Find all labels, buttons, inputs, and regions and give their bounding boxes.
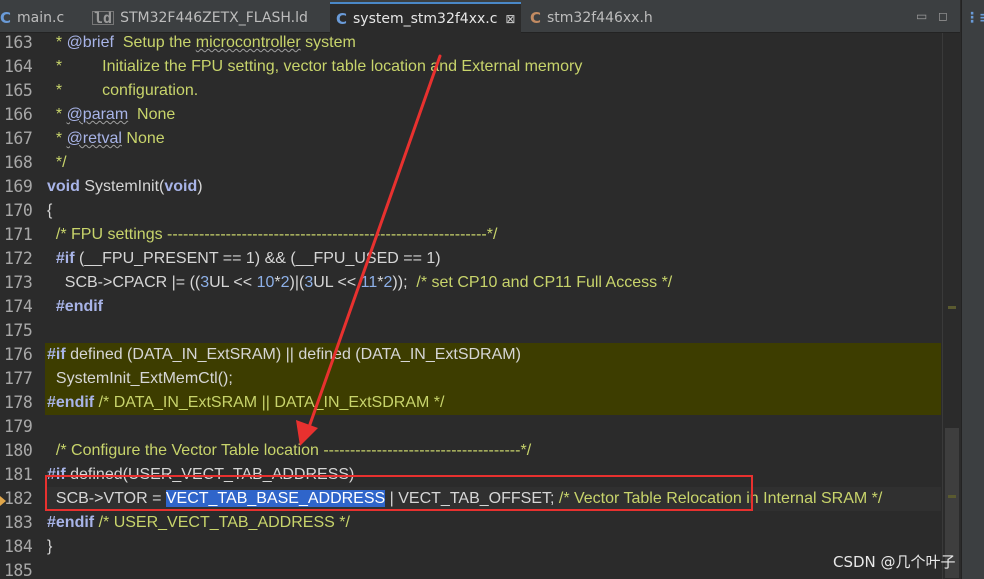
code-line-174: #endif [47, 298, 104, 315]
line-number: 168 [4, 153, 33, 172]
code-line-176: #if defined (DATA_IN_ExtSRAM) || defined… [47, 346, 521, 363]
c-file-icon: C [336, 9, 348, 28]
editor-tab-bar: C main.c ld STM32F446ZETX_FLASH.ld C sys… [0, 0, 960, 33]
tab-stm32f446xx-h[interactable]: C stm32f446xx.h [530, 4, 653, 31]
c-file-icon: C [0, 8, 12, 27]
line-number: 173 [4, 273, 33, 292]
tab-label: main.c [17, 9, 65, 26]
line-number: 169 [4, 177, 33, 196]
code-line-171: /* FPU settings ------------------------… [47, 226, 498, 243]
code-line-183: #endif /* USER_VECT_TAB_ADDRESS */ [47, 514, 350, 531]
line-number: 184 [4, 537, 33, 556]
line-number: 183 [4, 513, 33, 532]
line-number: 178 [4, 393, 33, 412]
code-line-167: * @retval None [47, 130, 165, 147]
line-number: 174 [4, 297, 33, 316]
line-number: 165 [4, 81, 33, 100]
minimize-icon[interactable]: ▭ [916, 9, 927, 23]
code-line-172: #if (__FPU_PRESENT == 1) && (__FPU_USED … [47, 250, 441, 267]
code-line-170: { [47, 202, 53, 219]
overview-marker[interactable] [948, 495, 956, 498]
tab-system-stm32f4xx-c[interactable]: C system_stm32f4xx.c ⊠ [330, 2, 522, 33]
execution-marker-icon [0, 496, 6, 506]
code-line-180: /* Configure the Vector Table location -… [47, 442, 532, 459]
linker-file-icon: ld [92, 8, 115, 27]
code-line-178: #endif /* DATA_IN_ExtSRAM || DATA_IN_Ext… [47, 394, 445, 411]
line-number: 167 [4, 129, 33, 148]
close-tab-icon[interactable]: ⊠ [505, 12, 515, 26]
annotation-highlight-box [45, 475, 753, 511]
vertical-scrollbar[interactable] [942, 33, 961, 579]
line-number: 180 [4, 441, 33, 460]
line-number: 182 [4, 489, 33, 508]
tab-label: stm32f446xx.h [547, 9, 653, 26]
code-line-184: } [47, 538, 53, 555]
code-line-177: SystemInit_ExtMemCtl(); [47, 370, 233, 387]
line-number: 176 [4, 345, 33, 364]
c-header-file-icon: C [530, 8, 542, 27]
line-number: 166 [4, 105, 33, 124]
code-line-169: void SystemInit(void) [47, 178, 203, 195]
code-line-163: * @brief Setup the microcontroller syste… [47, 34, 356, 51]
code-line-166: * @param None [47, 106, 176, 123]
code-line-165: * configuration. [47, 82, 199, 99]
line-number: 185 [4, 561, 33, 579]
line-number: 177 [4, 369, 33, 388]
outline-view-icon[interactable]: ⋮≡ [965, 10, 984, 26]
line-number: 171 [4, 225, 33, 244]
overview-marker[interactable] [948, 306, 956, 309]
outline-side-panel: ⋮≡ [961, 0, 984, 579]
line-number: 164 [4, 57, 33, 76]
code-line-173: SCB->CPACR |= ((3UL << 10*2)|(3UL << 11*… [47, 274, 673, 291]
tab-label: STM32F446ZETX_FLASH.ld [120, 9, 308, 26]
tab-linker-script[interactable]: ld STM32F446ZETX_FLASH.ld [92, 4, 308, 31]
maximize-icon[interactable]: ◻ [938, 9, 948, 23]
code-line-164: * Initialize the FPU setting, vector tab… [47, 58, 583, 75]
tab-label: system_stm32f4xx.c [353, 10, 498, 27]
watermark-text: CSDN @几个叶子 [833, 553, 956, 571]
code-line-168: */ [47, 154, 67, 171]
line-number: 179 [4, 417, 33, 436]
line-number: 163 [4, 33, 33, 52]
tab-main-c[interactable]: C main.c [0, 4, 64, 31]
line-number: 181 [4, 465, 33, 484]
line-number: 175 [4, 321, 33, 340]
line-number: 170 [4, 201, 33, 220]
line-number: 172 [4, 249, 33, 268]
line-number-gutter[interactable]: 163 164 165 166 167 168 169 170 171 172 … [0, 33, 42, 579]
